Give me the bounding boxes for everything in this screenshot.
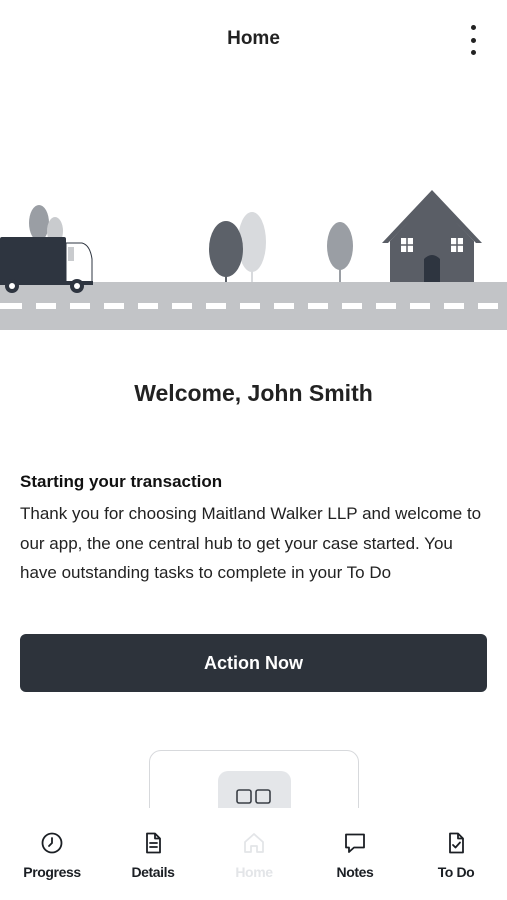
dot <box>470 37 476 43</box>
page-title: Home <box>227 28 280 49</box>
action-now-button[interactable]: Action Now <box>20 634 487 692</box>
nav-label-details: Details <box>131 864 175 880</box>
nav-label-todo: To Do <box>437 864 475 880</box>
dot <box>470 25 476 30</box>
chat-bubble-icon <box>342 830 368 856</box>
transaction-description: Thank you for choosing Maitland Walker L… <box>20 504 482 582</box>
clock-icon <box>39 830 65 856</box>
nav-item-home[interactable]: Home <box>209 830 299 890</box>
nav-item-todo[interactable]: To Do <box>411 830 501 890</box>
bottom-navigation: Progress Details Home Notes To Do <box>0 808 507 900</box>
app-header: Home <box>0 0 507 80</box>
document-icon <box>140 830 166 856</box>
nav-label-progress: Progress <box>23 864 81 880</box>
nav-item-details[interactable]: Details <box>108 830 198 890</box>
checklist-icon <box>443 830 469 856</box>
nav-label-notes: Notes <box>336 864 374 880</box>
welcome-heading: Welcome, John Smith <box>134 380 373 406</box>
nav-label-home: Home <box>235 864 273 880</box>
more-options-icon[interactable] <box>461 22 485 58</box>
home-icon <box>241 830 267 856</box>
transaction-title: Starting your transaction <box>20 472 223 491</box>
hero-illustration <box>0 175 507 335</box>
nav-item-notes[interactable]: Notes <box>310 830 400 890</box>
moving-truck-illustration <box>0 190 507 330</box>
dot <box>470 50 476 55</box>
nav-item-progress[interactable]: Progress <box>7 830 97 890</box>
card-glyph-icon <box>236 789 271 804</box>
